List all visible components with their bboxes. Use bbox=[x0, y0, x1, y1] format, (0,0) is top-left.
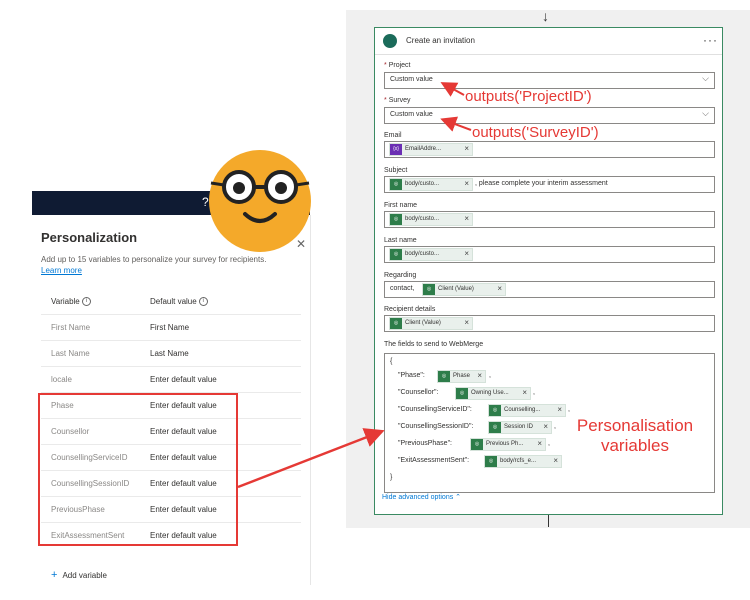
arrow-survey bbox=[440, 116, 472, 132]
arrow-project bbox=[440, 82, 465, 97]
arrow-personalisation bbox=[237, 428, 385, 489]
annotation-arrows bbox=[237, 82, 472, 489]
